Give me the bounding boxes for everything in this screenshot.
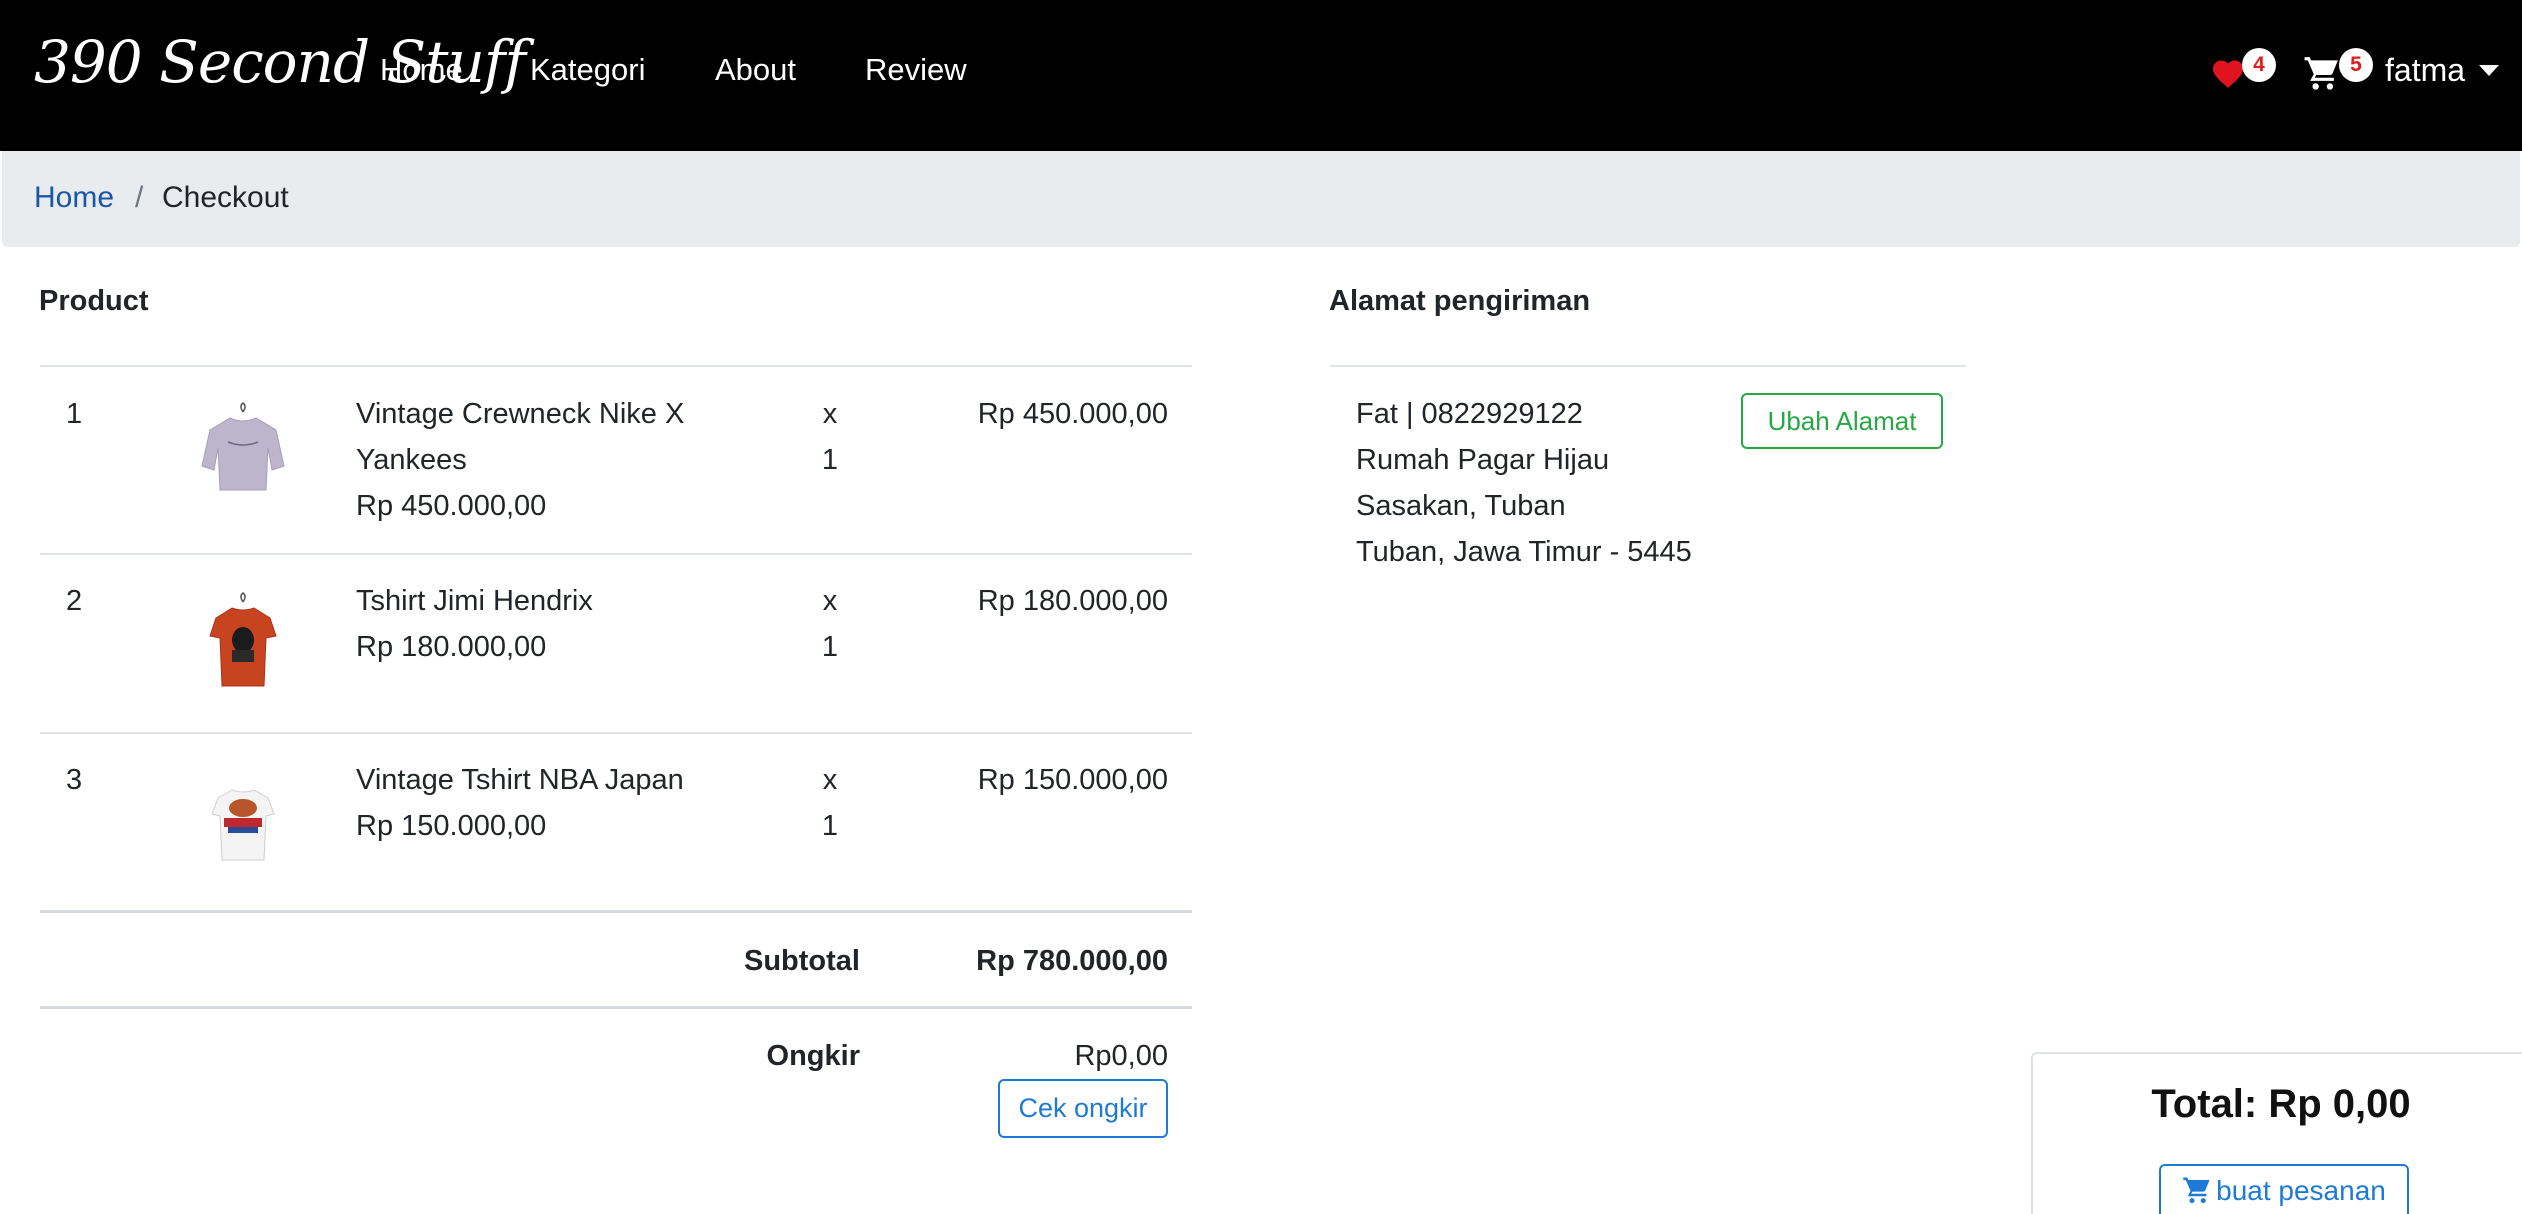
product-qty: 1 [821, 444, 839, 476]
table-divider [40, 553, 1192, 555]
table-divider [40, 732, 1192, 734]
subtotal-label: Subtotal [744, 945, 860, 977]
address-recipient: Fat | 0822929122 [1356, 398, 1583, 430]
line-total: Rp 150.000,00 [977, 764, 1168, 796]
wishlist-button[interactable]: 4 [2210, 48, 2276, 98]
shopping-cart-icon [2183, 1177, 2210, 1203]
product-image [211, 789, 275, 861]
address-region: Tuban, Jawa Timur - 5445 [1356, 536, 1692, 568]
breadcrumb-home-link[interactable]: Home [34, 181, 114, 215]
nav-link-review[interactable]: Review [865, 52, 967, 88]
cart-count-badge: 5 [2339, 48, 2373, 82]
qty-times: x [822, 585, 838, 617]
product-qty: 1 [821, 631, 839, 663]
table-divider [40, 1006, 1192, 1009]
product-qty: 1 [821, 810, 839, 842]
product-name-line2: Yankees [356, 444, 467, 476]
top-navbar: 390 Second Stuff Home Kategori About Rev… [0, 0, 2522, 151]
address-street: Rumah Pagar Hijau [1356, 444, 1610, 476]
nav-link-home[interactable]: Home [380, 52, 463, 88]
shipping-heading: Alamat pengiriman [1329, 285, 1591, 317]
change-address-button[interactable]: Ubah Alamat [1741, 393, 1943, 449]
place-order-label: buat pesanan [2216, 1175, 2386, 1206]
place-order-button[interactable]: buat pesanan [2159, 1164, 2409, 1214]
chevron-down-icon [2479, 65, 2500, 77]
breadcrumb: Home / Checkout [2, 151, 2520, 247]
table-divider [40, 365, 1192, 367]
address-area: Sasakan, Tuban [1356, 490, 1566, 522]
product-unit-price: Rp 450.000,00 [356, 490, 547, 522]
ongkir-label: Ongkir [766, 1040, 860, 1072]
wishlist-count-badge: 4 [2242, 48, 2276, 82]
line-total: Rp 180.000,00 [977, 585, 1168, 617]
product-unit-price: Rp 180.000,00 [356, 631, 547, 663]
heart-icon [2213, 60, 2243, 88]
cart-button[interactable]: 5 [2303, 48, 2373, 98]
ongkir-value: Rp0,00 [1074, 1040, 1168, 1072]
cek-ongkir-button[interactable]: Cek ongkir [998, 1079, 1168, 1138]
line-total: Rp 450.000,00 [977, 398, 1168, 430]
product-name: Vintage Crewneck Nike X [356, 398, 685, 430]
row-number: 1 [66, 398, 83, 430]
user-menu-dropdown[interactable]: fatma [2385, 52, 2500, 89]
row-number: 3 [66, 764, 83, 796]
user-name: fatma [2385, 52, 2466, 88]
qty-times: x [822, 764, 838, 796]
product-image [209, 592, 277, 687]
product-image [201, 402, 285, 491]
breadcrumb-separator: / [135, 181, 144, 214]
shopping-cart-icon [2304, 57, 2338, 90]
shipping-divider [1330, 365, 1966, 367]
table-divider [40, 910, 1192, 913]
breadcrumb-current: Checkout [162, 181, 289, 214]
nav-link-about[interactable]: About [715, 52, 796, 88]
product-name: Vintage Tshirt NBA Japan [356, 764, 684, 796]
product-unit-price: Rp 150.000,00 [356, 810, 547, 842]
nav-link-kategori[interactable]: Kategori [530, 52, 645, 88]
qty-times: x [822, 398, 838, 430]
row-number: 2 [66, 585, 83, 617]
subtotal-value: Rp 780.000,00 [976, 945, 1168, 977]
order-total: Total: Rp 0,00 [2151, 1082, 2411, 1126]
product-heading: Product [39, 285, 149, 317]
product-name: Tshirt Jimi Hendrix [356, 585, 593, 617]
